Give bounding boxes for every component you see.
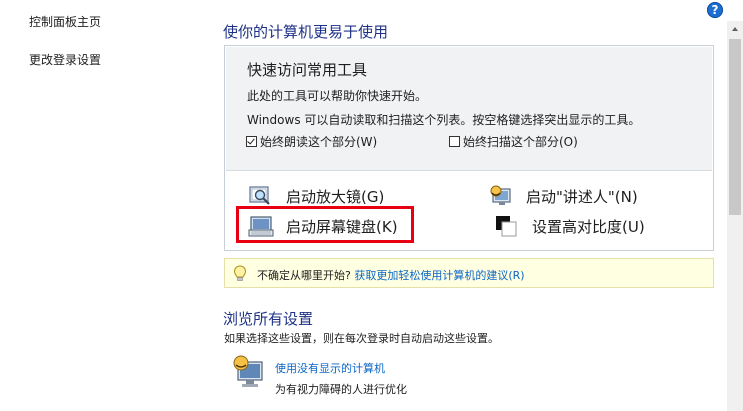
quick-access-title: 快速访问常用工具 [247, 61, 368, 79]
start-magnifier-button[interactable]: 启动放大镜(G) [248, 184, 384, 208]
quick-access-header: 快速访问常用工具 此处的工具可以帮助你快速开始。 Windows 可以自动读取和… [226, 47, 712, 171]
hint-bar: 不确定从哪里开始? 获取更加轻松使用计算机的建议(R) [224, 258, 714, 288]
always-read-label: 始终朗读这个部分(W) [260, 135, 378, 149]
set-high-contrast-label: 设置高对比度(U) [532, 217, 645, 236]
start-magnifier-label: 启动放大镜(G) [286, 187, 385, 206]
page-title: 使你的计算机更易于使用 [223, 23, 389, 41]
get-recommendations-link[interactable]: 获取更加轻松使用计算机的建议(R) [354, 269, 524, 282]
quick-access-instructions: Windows 可以自动读取和扫描这个列表。按空格键选择突出显示的工具。 [247, 113, 641, 127]
checkbox-checked-icon [246, 136, 257, 147]
quick-access-description: 此处的工具可以帮助你快速开始。 [247, 89, 428, 103]
always-scan-checkbox[interactable]: 始终扫描这个部分(O) [449, 133, 578, 150]
always-scan-label: 始终扫描这个部分(O) [463, 135, 578, 149]
computer-without-display-icon [233, 355, 263, 387]
narrator-icon [490, 185, 511, 205]
high-contrast-icon [496, 216, 517, 237]
start-narrator-label: 启动"讲述人"(N) [526, 187, 638, 206]
use-computer-without-display-description: 为有视力障碍的人进行优化 [275, 383, 407, 396]
scroll-up-arrow-icon[interactable] [727, 21, 743, 37]
browse-settings-title: 浏览所有设置 [223, 310, 314, 328]
highlight-annotation [236, 206, 414, 243]
sidebar-item-change-login-settings[interactable]: 更改登录设置 [29, 51, 101, 68]
scrollbar-thumb[interactable] [729, 39, 741, 215]
magnifier-icon [249, 186, 270, 205]
browse-settings-description: 如果选择这些设置，则在每次登录时自动启动这些设置。 [224, 332, 499, 345]
lightbulb-icon [233, 265, 247, 281]
hint-prefix: 不确定从哪里开始? [257, 269, 351, 282]
sidebar-item-control-panel-home[interactable]: 控制面板主页 [29, 13, 101, 30]
always-read-checkbox[interactable]: 始终朗读这个部分(W) [246, 133, 377, 150]
set-high-contrast-button[interactable]: 设置高对比度(U) [494, 214, 645, 238]
checkbox-unchecked-icon [449, 136, 460, 147]
help-icon[interactable]: ? [707, 2, 723, 18]
start-narrator-button[interactable]: 启动"讲述人"(N) [488, 184, 638, 208]
use-computer-without-display-link[interactable]: 使用没有显示的计算机 [275, 360, 385, 376]
